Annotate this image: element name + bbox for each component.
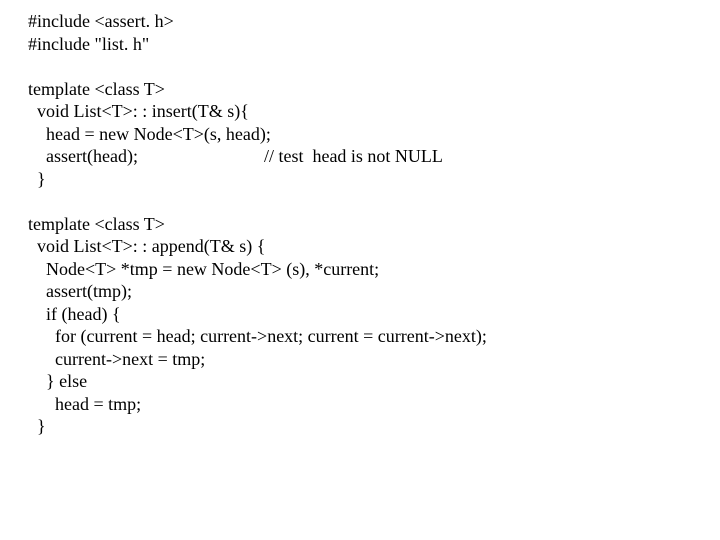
code-line: assert(head); // test head is not NULL [28,146,443,166]
code-line: Node<T> *tmp = new Node<T> (s), *current… [28,259,379,279]
code-line: #include "list. h" [28,34,149,54]
code-line: assert(tmp); [28,281,132,301]
code-line: } else [28,371,87,391]
code-line: void List<T>: : append(T& s) { [28,236,265,256]
code-line: template <class T> [28,214,165,234]
code-line: head = new Node<T>(s, head); [28,124,271,144]
code-line: } [28,169,46,189]
code-line: } [28,416,46,436]
code-line: template <class T> [28,79,165,99]
code-line: void List<T>: : insert(T& s){ [28,101,249,121]
code-block: #include <assert. h> #include "list. h" … [0,0,720,438]
code-line: if (head) { [28,304,121,324]
code-line: current->next = tmp; [28,349,205,369]
code-line: head = tmp; [28,394,141,414]
code-line: for (current = head; current->next; curr… [28,326,487,346]
code-line: #include <assert. h> [28,11,174,31]
